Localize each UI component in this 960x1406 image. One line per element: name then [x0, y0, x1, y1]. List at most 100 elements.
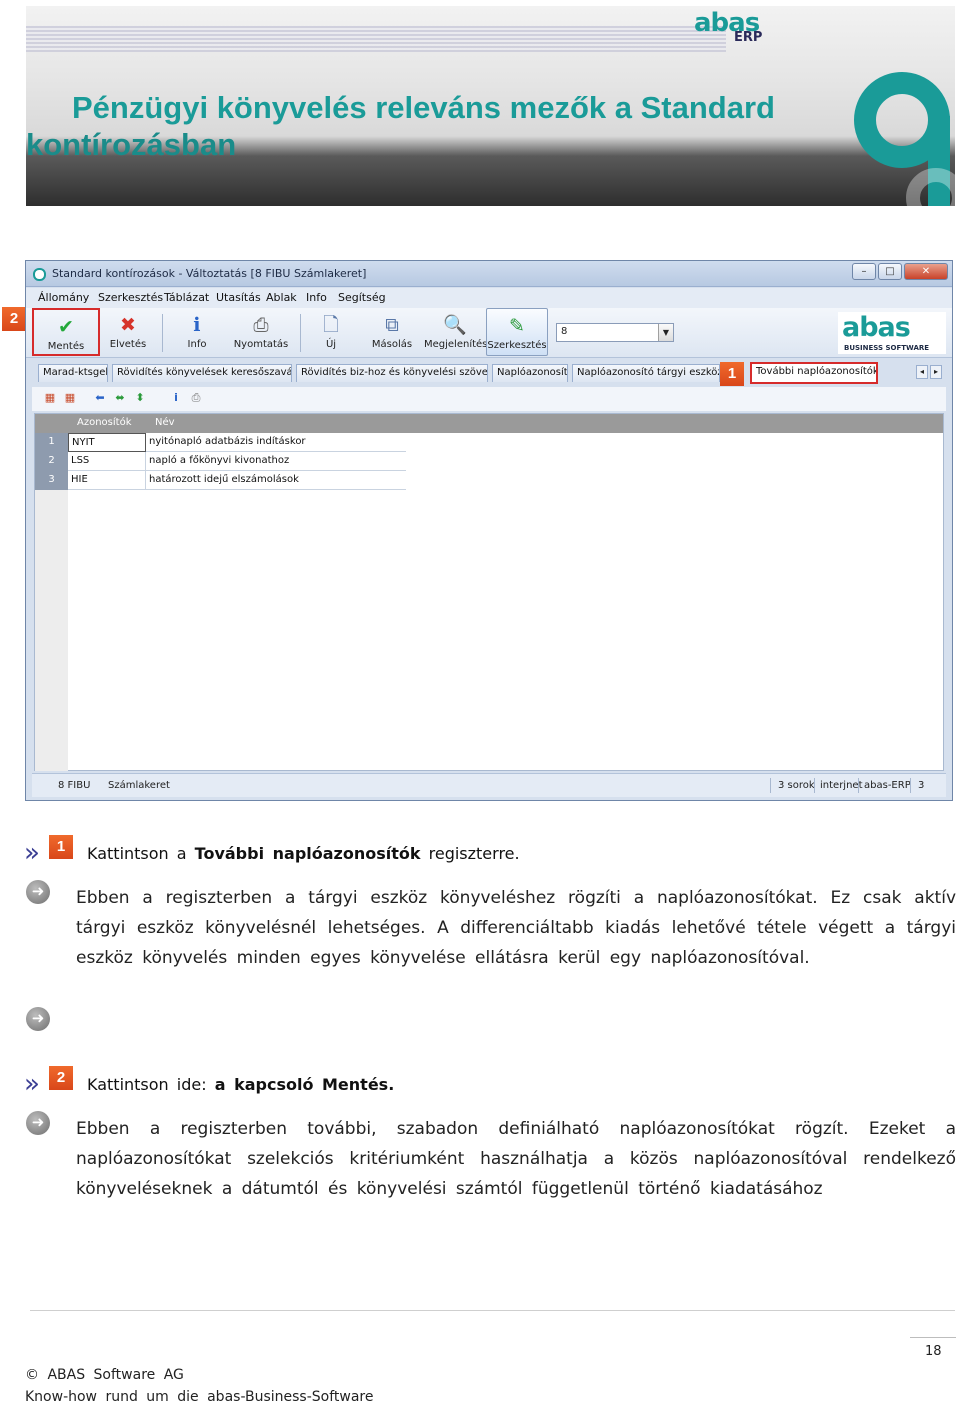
- close-button[interactable]: ✕: [904, 263, 948, 280]
- marker-2: 2: [2, 307, 26, 331]
- move-row-icon[interactable]: ⬌: [114, 392, 126, 404]
- step-2-instruction: Kattintson ide: a kapcsoló Mentés.: [87, 1075, 394, 1094]
- cell-id[interactable]: NYIT: [68, 433, 146, 452]
- copy-button[interactable]: ⧉ Másolás: [368, 308, 416, 356]
- step-1-description: Ebben a regiszterben a tárgyi eszköz kön…: [76, 888, 956, 968]
- cell-name[interactable]: határozott idejű elszámolások: [146, 471, 400, 490]
- footer-tagline: Know-how rund um die abas-Business-Softw…: [25, 1389, 374, 1405]
- row-number: 1: [35, 433, 68, 452]
- info-icon: ℹ: [193, 314, 201, 336]
- save-button[interactable]: ✔ Mentés: [32, 308, 100, 356]
- column-header-azonositok[interactable]: Azonosítók: [77, 417, 131, 428]
- tab-strip: Marad-ktsgek Rövidítés könyvelések keres…: [26, 361, 952, 385]
- status-separator: [770, 778, 771, 793]
- table-row[interactable]: 3 HIE határozott idejű elszámolások: [35, 471, 406, 490]
- new-label: Új: [325, 339, 337, 350]
- grid-toolbar: ▦ ▦ ⬅ ⬌ ⬍ i ⎙: [32, 387, 946, 411]
- column-header-nev[interactable]: Név: [155, 417, 175, 428]
- tab-rovidites-biz[interactable]: Rövidítés biz-hoz és könyvelési szöveghe…: [296, 364, 488, 382]
- step-1-instruction: Kattintson a További naplóazonosítók reg…: [87, 844, 520, 863]
- page-title-line2: kontírozásban: [26, 127, 237, 162]
- display-button[interactable]: 🔍 Megjelenítés: [424, 308, 488, 356]
- minimize-button[interactable]: –: [852, 263, 876, 280]
- printer-icon: ⎙: [253, 314, 269, 336]
- discard-label: Elvetés: [109, 339, 147, 350]
- print-label: Nyomtatás: [233, 339, 289, 350]
- tab-naploazonosito-targyi[interactable]: Naplóazonosító tárgyi eszköz kön: [572, 364, 720, 382]
- maximize-button[interactable]: □: [878, 263, 902, 280]
- menu-bar: Állomány Szerkesztés Táblázat Utasítás A…: [26, 288, 952, 308]
- checkmark-icon: ✔: [58, 316, 74, 338]
- table-icon[interactable]: ▦: [64, 392, 76, 404]
- menu-ablak[interactable]: Ablak: [266, 291, 297, 304]
- info-icon[interactable]: i: [170, 392, 182, 404]
- grid-header: Azonosítók Név: [35, 414, 943, 433]
- save-label: Mentés: [47, 341, 85, 352]
- copy-icon: ⧉: [385, 314, 399, 336]
- new-document-icon: 🗋: [323, 314, 339, 336]
- display-label: Megjelenítés: [424, 339, 488, 350]
- chevron-down-icon[interactable]: ▼: [658, 324, 673, 341]
- row-number: 2: [35, 452, 68, 471]
- chevron-right-icon[interactable]: ▸: [930, 365, 942, 379]
- menu-szerkesztes[interactable]: Szerkesztés: [98, 291, 163, 304]
- status-bar: 8 FIBU Számlakeret 3 sorok interjnet aba…: [32, 773, 946, 797]
- print-button[interactable]: ⎙ Nyomtatás: [230, 308, 292, 356]
- status-row-count: 3 sorok: [778, 780, 815, 791]
- tab-tovabbi-naploazonositok[interactable]: További naplóazonosítók: [750, 362, 878, 384]
- chevron-left-icon[interactable]: ◂: [916, 365, 928, 379]
- insert-row-icon[interactable]: ⬅: [94, 392, 106, 404]
- window-titlebar: Standard kontírozások - Változtatás [8 F…: [26, 261, 952, 287]
- delete-row-icon[interactable]: ⬍: [134, 392, 146, 404]
- status-database: 8 FIBU: [58, 780, 91, 791]
- menu-info[interactable]: Info: [306, 291, 327, 304]
- step-1-suffix: regiszterre.: [420, 844, 520, 863]
- info-button[interactable]: ℹ Info: [176, 308, 218, 356]
- menu-utasitas[interactable]: Utasítás: [216, 291, 261, 304]
- footer-divider: [30, 1310, 955, 1311]
- step-1-prefix: Kattintson a: [87, 844, 195, 863]
- abas-erp-logo: abas ERP: [694, 8, 762, 45]
- new-button[interactable]: 🗋 Új: [314, 308, 348, 356]
- tab-naploazonosito[interactable]: Naplóazonosító: [492, 364, 568, 382]
- window-title: Standard kontírozások - Változtatás [8 F…: [52, 267, 367, 280]
- page-number: 18: [925, 1344, 942, 1359]
- edit-icon: ✎: [509, 315, 525, 337]
- cell-id[interactable]: LSS: [68, 452, 146, 471]
- table-row[interactable]: 2 LSS napló a főkönyvi kivonathoz: [35, 452, 406, 471]
- status-user: interjnet: [820, 780, 863, 791]
- tab-marad-ktsgek[interactable]: Marad-ktsgek: [38, 364, 108, 382]
- logo-text: abas: [842, 312, 911, 343]
- step-marker-1: 1: [49, 835, 73, 859]
- status-group: Számlakeret: [108, 780, 170, 791]
- arrow-circle-icon: ➜: [26, 1007, 50, 1031]
- edit-button[interactable]: ✎ Szerkesztés: [486, 308, 548, 356]
- cell-name[interactable]: nyitónapló adatbázis indításkor: [146, 433, 400, 452]
- discard-button[interactable]: ✖ Elvetés: [102, 308, 154, 356]
- magnifier-icon: 🔍: [443, 314, 467, 336]
- step-2-description: Ebben a regiszterben további, szabadon d…: [76, 1119, 956, 1199]
- toolbar-separator: [162, 314, 163, 352]
- tab-rovidites-keresoszo[interactable]: Rövidítés könyvelések keresőszavához: [112, 364, 292, 382]
- main-toolbar: ✔ Mentés ✖ Elvetés ℹ Info ⎙ Nyomtatás 🗋 …: [26, 308, 952, 358]
- app-icon: [33, 268, 46, 281]
- status-separator: [858, 778, 859, 793]
- grid-icon[interactable]: ▦: [44, 392, 56, 404]
- database-combo[interactable]: 8 ▼: [556, 323, 674, 342]
- copy-label: Másolás: [371, 339, 413, 350]
- erp-window: Standard kontírozások - Változtatás [8 F…: [25, 260, 953, 801]
- decorative-stripes: [26, 26, 726, 52]
- edit-label: Szerkesztés: [487, 340, 547, 351]
- status-separator: [910, 778, 911, 793]
- row-number: 3: [35, 471, 68, 490]
- menu-allomany[interactable]: Állomány: [38, 291, 89, 304]
- menu-tablazat[interactable]: Táblázat: [164, 291, 209, 304]
- table-row[interactable]: 1 NYIT nyitónapló adatbázis indításkor: [35, 433, 406, 452]
- printer-icon[interactable]: ⎙: [190, 392, 202, 404]
- step-2-prefix: Kattintson ide:: [87, 1075, 215, 1094]
- cell-id[interactable]: HIE: [68, 471, 146, 490]
- menu-segitseg[interactable]: Segítség: [338, 291, 386, 304]
- abas-business-logo: abas BUSINESS SOFTWARE: [838, 312, 946, 354]
- cell-name[interactable]: napló a főkönyvi kivonathoz: [146, 452, 400, 471]
- page-title-line1: Pénzügyi könyvelés releváns mezők a Stan…: [72, 90, 775, 125]
